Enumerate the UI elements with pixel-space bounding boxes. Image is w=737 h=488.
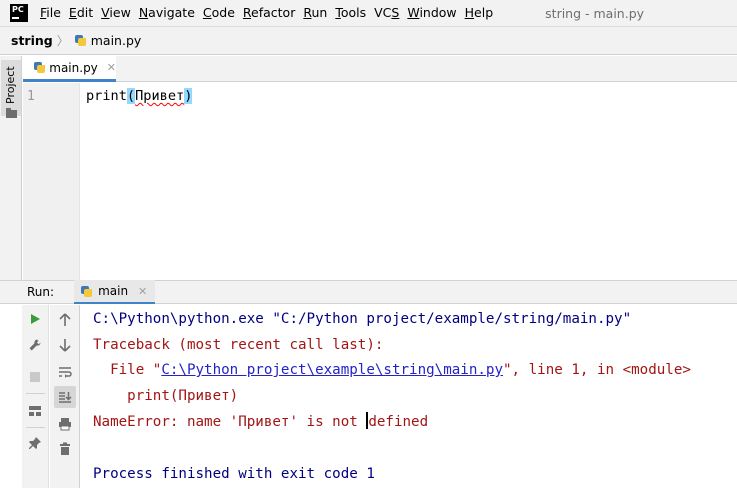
console-error-line: NameError: name 'Привет' is not defined	[93, 412, 429, 430]
pin-icon[interactable]	[25, 433, 45, 453]
editor-gutter: 1	[23, 83, 80, 280]
print-icon[interactable]	[55, 414, 75, 434]
menu-code[interactable]: Code	[199, 0, 239, 26]
pycharm-logo-icon: PC	[10, 4, 28, 22]
breadcrumb-file[interactable]: main.py	[91, 33, 142, 48]
menu-edit[interactable]: Edit	[65, 0, 97, 26]
menu-navigate[interactable]: Navigate	[135, 0, 199, 26]
folder-icon	[6, 108, 17, 118]
scroll-to-end-icon[interactable]	[54, 386, 76, 408]
console-file-link[interactable]: C:\Python project\example\string\main.py	[161, 362, 503, 378]
console-exit-line: Process finished with exit code 1	[93, 466, 375, 482]
run-toolbar-secondary	[50, 305, 80, 488]
run-icon[interactable]	[25, 309, 45, 329]
menu-run[interactable]: Run	[299, 0, 331, 26]
menu-refactor[interactable]: Refactor	[239, 0, 299, 26]
menu-bar: PC File Edit View Navigate Code Refactor…	[0, 0, 737, 26]
scroll-up-icon[interactable]	[55, 310, 75, 330]
layout-icon[interactable]	[25, 401, 45, 421]
menu-window[interactable]: Window	[403, 0, 460, 26]
code-argument: Привет	[135, 88, 185, 104]
trash-icon[interactable]	[55, 439, 75, 459]
line-number: 1	[27, 89, 35, 104]
python-file-icon	[80, 285, 93, 298]
python-file-icon	[74, 34, 87, 47]
chevron-right-icon: 〉	[56, 34, 69, 48]
tab-label: main.py	[49, 60, 98, 75]
wrench-icon[interactable]	[25, 335, 45, 355]
editor-tab-bar: main.py ✕	[23, 56, 737, 82]
console-code-line: print(Привет)	[93, 388, 239, 404]
scroll-down-icon[interactable]	[55, 335, 75, 355]
left-tool-strip: Project	[0, 56, 22, 280]
console-traceback: Traceback (most recent call last):	[93, 337, 384, 353]
run-tab-main[interactable]: main ✕	[74, 280, 156, 304]
tab-main-py[interactable]: main.py ✕	[23, 56, 116, 82]
run-tool-header: Run: main ✕	[0, 280, 737, 304]
code-line[interactable]: print(Привет)	[86, 87, 193, 105]
breadcrumb-project[interactable]: string	[11, 33, 53, 48]
close-icon[interactable]: ✕	[138, 285, 147, 298]
run-toolbar-primary	[22, 305, 49, 488]
code-open-paren: (	[126, 88, 136, 104]
code-close-paren: )	[184, 88, 193, 104]
menu-file[interactable]: File	[36, 0, 65, 26]
menu-view[interactable]: View	[97, 0, 135, 26]
close-icon[interactable]: ✕	[107, 61, 116, 74]
code-editor[interactable]: print(Привет)	[81, 83, 737, 280]
stop-icon[interactable]	[25, 367, 45, 387]
run-tab-label: main	[98, 284, 129, 298]
logo-text: PC	[12, 5, 24, 14]
python-file-icon	[33, 61, 45, 74]
run-console[interactable]: C:\Python\python.exe "C:/Python project/…	[81, 305, 737, 488]
soft-wrap-icon[interactable]	[55, 362, 75, 382]
window-title: string - main.py	[545, 5, 645, 21]
console-file-line: File "C:\Python project\example\string\m…	[93, 362, 691, 378]
menu-tools[interactable]: Tools	[331, 0, 370, 26]
menu-help[interactable]: Help	[461, 0, 498, 26]
run-label: Run:	[27, 285, 55, 299]
breadcrumb: string 〉 main.py	[0, 26, 737, 55]
console-command-line: C:\Python\python.exe "C:/Python project/…	[93, 311, 632, 327]
code-function: print	[86, 88, 127, 104]
project-tool-label: Project	[4, 66, 17, 104]
project-tool-button[interactable]: Project	[1, 60, 21, 118]
menu-vcs[interactable]: VCS	[370, 0, 403, 26]
